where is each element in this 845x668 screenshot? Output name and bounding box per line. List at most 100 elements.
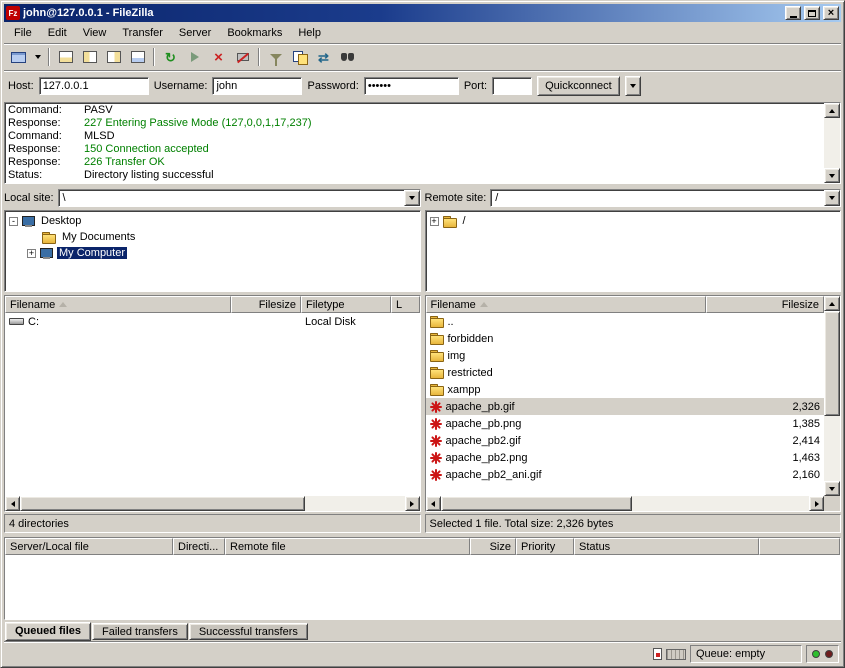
column-header-status[interactable]: Status bbox=[574, 538, 759, 555]
filter-button[interactable] bbox=[264, 46, 287, 68]
menu-item-help[interactable]: Help bbox=[290, 25, 329, 41]
remote-horizontal-scrollbar[interactable] bbox=[426, 496, 825, 511]
column-header-filesize[interactable]: Filesize bbox=[706, 296, 825, 313]
maximize-button[interactable] bbox=[804, 6, 820, 20]
remote-tree-toggle-button[interactable] bbox=[102, 46, 125, 68]
column-header-filename[interactable]: Filename bbox=[5, 296, 231, 313]
refresh-button[interactable]: ↻ bbox=[159, 46, 182, 68]
tree-item-my-computer[interactable]: + My Computer bbox=[6, 245, 419, 261]
expand-expander-icon[interactable]: + bbox=[430, 217, 439, 226]
remote-file-row-selected[interactable]: apache_pb.gif2,326 bbox=[426, 398, 825, 415]
directory-comparison-button[interactable] bbox=[288, 46, 311, 68]
cancel-button[interactable]: × bbox=[207, 46, 230, 68]
local-file-rows[interactable]: C: Local Disk bbox=[5, 313, 420, 496]
local-horizontal-scrollbar[interactable] bbox=[5, 496, 420, 511]
remote-directory-tree[interactable]: + / bbox=[425, 210, 842, 292]
menu-item-view[interactable]: View bbox=[75, 25, 115, 41]
scroll-right-button[interactable] bbox=[809, 496, 824, 511]
menu-item-transfer[interactable]: Transfer bbox=[114, 25, 171, 41]
file-size-label bbox=[706, 381, 825, 398]
file-size-label bbox=[706, 364, 825, 381]
local-directory-tree[interactable]: - Desktop My Documents + My Computer bbox=[4, 210, 421, 292]
quickconnect-button[interactable]: Quickconnect bbox=[537, 76, 620, 96]
menu-item-edit[interactable]: Edit bbox=[40, 25, 75, 41]
synchronized-browsing-button[interactable]: ⇄ bbox=[312, 46, 335, 68]
remote-dir-row[interactable]: img bbox=[426, 347, 825, 364]
menu-item-file[interactable]: File bbox=[6, 25, 40, 41]
disconnect-button[interactable] bbox=[231, 46, 254, 68]
remote-site-combo[interactable]: / bbox=[490, 189, 841, 207]
username-label: Username: bbox=[154, 80, 208, 92]
remote-site-dropdown-button[interactable] bbox=[824, 190, 840, 206]
scroll-up-button[interactable] bbox=[824, 103, 840, 118]
quickconnect-dropdown-button[interactable] bbox=[625, 76, 641, 96]
column-header-direction[interactable]: Directi... bbox=[173, 538, 225, 555]
title-bar[interactable]: Fz john@127.0.0.1 - FileZilla × bbox=[4, 4, 841, 22]
column-header-filetype[interactable]: Filetype bbox=[301, 296, 391, 313]
remote-file-row[interactable]: apache_pb.png1,385 bbox=[426, 415, 825, 432]
scrollbar-thumb[interactable] bbox=[441, 496, 633, 511]
scrollbar-track[interactable] bbox=[441, 496, 810, 511]
menu-item-bookmarks[interactable]: Bookmarks bbox=[219, 25, 290, 41]
queue-toggle-button[interactable] bbox=[126, 46, 149, 68]
scrollbar-thumb[interactable] bbox=[824, 311, 840, 416]
remote-vertical-scrollbar[interactable] bbox=[824, 296, 840, 496]
scrollbar-track[interactable] bbox=[824, 311, 840, 481]
scroll-down-button[interactable] bbox=[824, 168, 840, 183]
scroll-left-button[interactable] bbox=[5, 496, 20, 511]
column-header-filename[interactable]: Filename bbox=[426, 296, 706, 313]
column-header-label: Filetype bbox=[306, 299, 345, 311]
scroll-up-button[interactable] bbox=[824, 296, 840, 311]
quickconnect-bar: Host: Username: Password: Port: Quickcon… bbox=[4, 71, 841, 100]
remote-dir-row[interactable]: .. bbox=[426, 313, 825, 330]
remote-file-row[interactable]: apache_pb2.gif2,414 bbox=[426, 432, 825, 449]
local-file-row[interactable]: C: Local Disk bbox=[5, 313, 420, 330]
collapse-expander-icon[interactable]: - bbox=[9, 217, 18, 226]
column-header-last-modified[interactable]: L bbox=[391, 296, 420, 313]
tree-item-desktop[interactable]: - Desktop bbox=[6, 213, 419, 229]
log-line-type: Response: bbox=[8, 117, 84, 130]
local-tree-toggle-button[interactable] bbox=[78, 46, 101, 68]
remote-file-rows[interactable]: .. forbidden img restricted xampp apache… bbox=[426, 313, 825, 496]
column-header-server-local-file[interactable]: Server/Local file bbox=[5, 538, 173, 555]
host-input[interactable] bbox=[39, 77, 149, 95]
tab-failed-transfers[interactable]: Failed transfers bbox=[92, 623, 188, 640]
tree-item-root[interactable]: + / bbox=[427, 213, 840, 229]
column-header-size[interactable]: Size bbox=[470, 538, 516, 555]
scrollbar-track[interactable] bbox=[824, 118, 840, 168]
log-vertical-scrollbar[interactable] bbox=[824, 103, 840, 183]
local-site-combo[interactable]: \ bbox=[58, 189, 421, 207]
column-header-remote-file[interactable]: Remote file bbox=[225, 538, 470, 555]
column-header-filesize[interactable]: Filesize bbox=[231, 296, 301, 313]
close-button[interactable]: × bbox=[823, 6, 839, 20]
username-input[interactable] bbox=[212, 77, 302, 95]
local-site-dropdown-button[interactable] bbox=[404, 190, 420, 206]
scroll-left-button[interactable] bbox=[426, 496, 441, 511]
find-files-button[interactable] bbox=[336, 46, 359, 68]
remote-file-row[interactable]: apache_pb2.png1,463 bbox=[426, 449, 825, 466]
site-manager-button[interactable] bbox=[7, 46, 30, 68]
password-input[interactable] bbox=[364, 77, 459, 95]
scrollbar-track[interactable] bbox=[20, 496, 405, 511]
remote-file-row[interactable]: apache_pb2_ani.gif2,160 bbox=[426, 466, 825, 483]
column-header-priority[interactable]: Priority bbox=[516, 538, 574, 555]
remote-dir-row[interactable]: restricted bbox=[426, 364, 825, 381]
transfer-queue-list[interactable] bbox=[5, 555, 840, 619]
tab-queued-files[interactable]: Queued files bbox=[5, 622, 91, 641]
tab-successful-transfers[interactable]: Successful transfers bbox=[189, 623, 308, 640]
tree-item-my-documents[interactable]: My Documents bbox=[6, 229, 419, 245]
scroll-right-button[interactable] bbox=[405, 496, 420, 511]
message-log-toggle-button[interactable] bbox=[54, 46, 77, 68]
scroll-down-button[interactable] bbox=[824, 481, 840, 496]
image-file-icon bbox=[430, 452, 442, 464]
port-input[interactable] bbox=[492, 77, 532, 95]
scrollbar-thumb[interactable] bbox=[20, 496, 305, 511]
remote-dir-row[interactable]: forbidden bbox=[426, 330, 825, 347]
minimize-button[interactable] bbox=[785, 6, 801, 20]
remote-dir-row[interactable]: xampp bbox=[426, 381, 825, 398]
menu-item-server[interactable]: Server bbox=[171, 25, 219, 41]
expand-expander-icon[interactable]: + bbox=[27, 249, 36, 258]
site-manager-dropdown-button[interactable] bbox=[31, 46, 44, 68]
file-size-label: 2,414 bbox=[706, 432, 825, 449]
process-queue-button[interactable] bbox=[183, 46, 206, 68]
